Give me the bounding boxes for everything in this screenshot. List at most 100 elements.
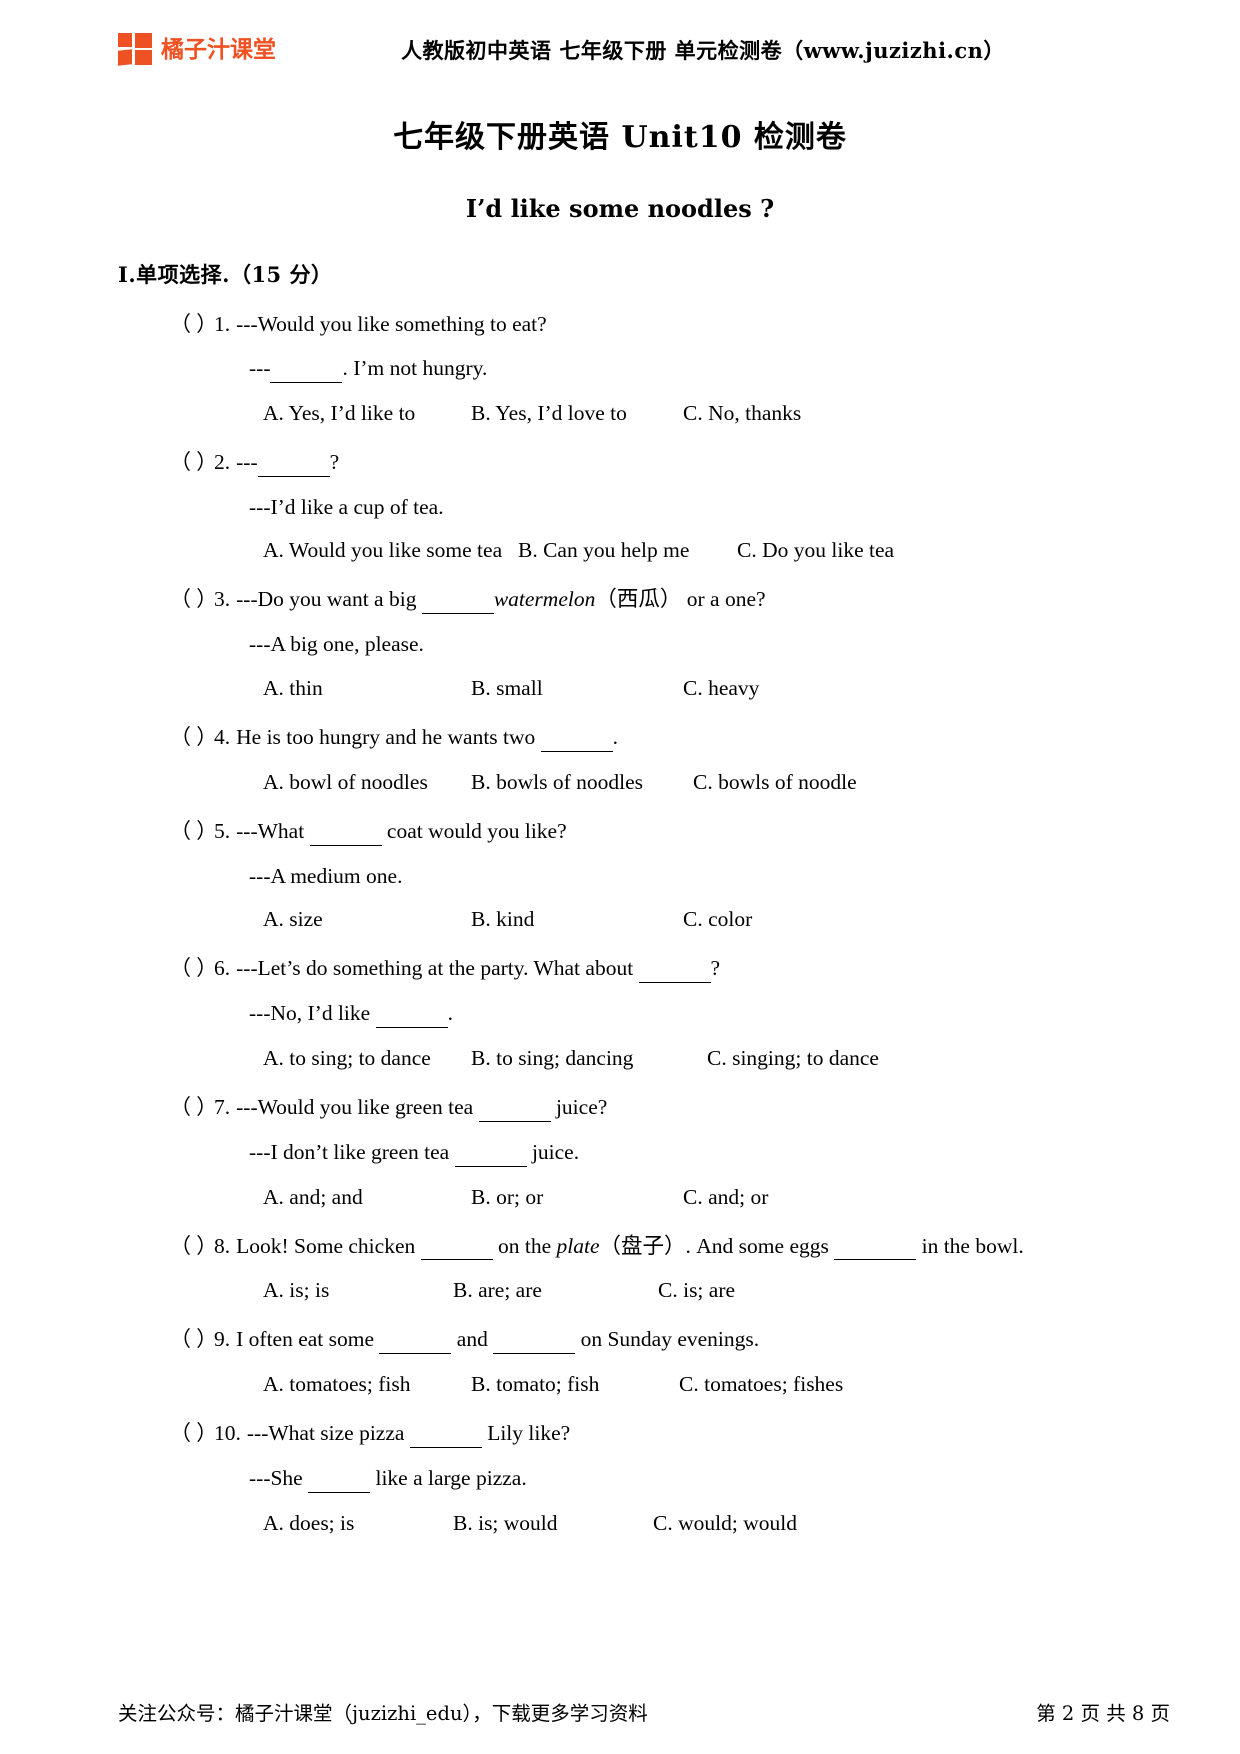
question-text: He is too hungry and he wants two . [236, 724, 1170, 752]
answer-bracket[interactable]: （ ） [170, 1233, 217, 1259]
answer-bracket[interactable]: （ ） [170, 955, 217, 981]
stem-mid: on the [492, 1233, 557, 1258]
answer-blank[interactable] [421, 586, 494, 615]
option-row: A. is; is B. are; are C. is; are [263, 1277, 1170, 1304]
answer-bracket[interactable]: （ ） [170, 1420, 217, 1446]
reply-pre: ---No, I’d like [249, 1001, 376, 1026]
question-number: 9. [214, 1327, 231, 1352]
option-choice[interactable]: C. is; are [658, 1277, 735, 1304]
question-text: ---What size pizza Lily like? [247, 1420, 1170, 1448]
reply-text: ---A big one, please. [249, 632, 424, 657]
answer-blank[interactable] [493, 1326, 576, 1355]
question-stem: （ ） 10. ---What size pizza Lily like? [170, 1420, 1170, 1448]
answer-blank[interactable] [308, 1465, 371, 1493]
answer-blank[interactable] [409, 1420, 482, 1448]
answer-blank[interactable] [270, 355, 343, 383]
stem-post: . [612, 724, 619, 749]
answer-bracket[interactable]: （ ） [170, 1094, 217, 1120]
option-choice[interactable]: C. color [683, 906, 752, 933]
stem-post: in the bowl. [916, 1233, 1024, 1258]
option-choice[interactable]: A. bowl of noodles [263, 769, 471, 796]
stem-pre: ---Would you like something to eat? [236, 312, 547, 336]
question-text: ---Would you like green tea juice? [236, 1094, 1170, 1122]
answer-blank[interactable] [379, 1326, 452, 1355]
option-choice[interactable]: A. does; is [263, 1510, 453, 1537]
answer-blank[interactable] [478, 1094, 551, 1122]
option-choice[interactable]: A. is; is [263, 1277, 453, 1304]
option-choice[interactable]: B. Can you help me [518, 537, 737, 564]
option-choice[interactable]: B. are; are [453, 1277, 658, 1304]
option-choice[interactable]: A. thin [263, 675, 471, 702]
option-choice[interactable]: A. Would you like some tea [263, 537, 518, 564]
stem-gloss: （盘子）. And some eggs [599, 1233, 835, 1258]
stem-post: ? [710, 956, 721, 981]
section-heading: I.单项选择.（15 分） [118, 262, 333, 287]
option-choice[interactable]: C. tomatoes; fishes [679, 1371, 843, 1398]
option-choice[interactable]: A. tomatoes; fish [263, 1371, 471, 1398]
answer-bracket[interactable]: （ ） [170, 311, 217, 337]
reply-pre: --- [249, 355, 271, 380]
option-row: A. tomatoes; fish B. tomato; fish C. tomat… [263, 1371, 1170, 1398]
option-choice[interactable]: C. singing; to dance [707, 1045, 879, 1072]
option-choice[interactable]: B. bowls of noodles [471, 769, 693, 796]
option-choice[interactable]: B. or; or [471, 1184, 683, 1211]
stem-post: Lily like? [481, 1421, 571, 1445]
answer-bracket[interactable]: （ ） [170, 449, 217, 475]
question-text: ---Let’s do something at the party. What… [236, 955, 1170, 984]
stem-pre: Look! Some chicken [236, 1233, 421, 1258]
reply-text: ---A medium one. [249, 863, 403, 888]
option-row: A. thin B. small C. heavy [263, 675, 1170, 702]
answer-blank[interactable] [420, 1233, 493, 1261]
stem-pre: ---Let’s do something at the party. What… [236, 956, 639, 981]
answer-bracket[interactable]: （ ） [170, 724, 217, 750]
stem-pre: --- [236, 449, 258, 474]
answer-blank[interactable] [834, 1233, 917, 1261]
option-choice[interactable]: A. size [263, 906, 471, 933]
option-choice[interactable]: C. would; would [653, 1510, 797, 1537]
option-choice[interactable]: C. bowls of noodle [693, 769, 857, 796]
option-choice[interactable]: A. to sing; to dance [263, 1045, 471, 1072]
option-choice[interactable]: C. heavy [683, 675, 759, 702]
option-choice[interactable]: B. Yes, I’d love to [471, 400, 683, 427]
answer-blank[interactable] [375, 1000, 448, 1028]
question-number: 2. [214, 449, 231, 474]
question-item: （ ） 6. ---Let’s do something at the party.… [118, 955, 1170, 1072]
question-stem: （ ） 1. ---Would you like something to eat? [170, 311, 1170, 338]
stem-gloss: （西瓜） or a [595, 587, 725, 612]
answer-bracket[interactable]: （ ） [170, 818, 217, 844]
question-stem: （ ） 5. ---What coat would you like? [170, 818, 1170, 846]
option-choice[interactable]: B. kind [471, 906, 683, 933]
page-number: 第 2 页 共 8 页 [1036, 1702, 1170, 1725]
answer-blank[interactable] [540, 724, 613, 752]
question-item: （ ） 9. I often eat some and on Sunday even… [118, 1326, 1170, 1398]
option-choice[interactable]: B. tomato; fish [471, 1371, 679, 1398]
answer-blank[interactable] [454, 1139, 527, 1167]
option-choice[interactable]: A. Yes, I’d like to [263, 400, 471, 427]
option-choice[interactable]: B. to sing; dancing [471, 1045, 707, 1072]
question-item: （ ） 4. He is too hungry and he wants two .… [118, 724, 1170, 796]
option-choice[interactable]: C. No, thanks [683, 400, 801, 427]
option-choice[interactable]: B. is; would [453, 1510, 653, 1537]
question-number: 6. [214, 956, 231, 981]
stem-pre: ---What size pizza [246, 1421, 410, 1445]
answer-blank[interactable] [638, 955, 711, 984]
reply-pre: ---I don’t like green tea [249, 1139, 455, 1164]
question-reply: --- . I’m not hungry. [249, 355, 1170, 383]
answer-blank[interactable] [257, 449, 330, 477]
option-row: A. Yes, I’d like to B. Yes, I’d love to C.… [263, 400, 1170, 427]
stem-post: one? [724, 587, 766, 612]
stem-post: juice? [550, 1094, 608, 1119]
page-header: 橘子汁课堂 人教版初中英语 七年级下册 单元检测卷（www.juzizhi.cn… [0, 0, 1240, 70]
page-title: 七年级下册英语 Unit10 检测卷 [393, 120, 847, 155]
option-choice[interactable]: B. small [471, 675, 683, 702]
question-text: Look! Some chicken on the plate（盘子）. And… [236, 1233, 1170, 1261]
question-text: ---What coat would you like? [236, 818, 1170, 846]
question-item: （ ） 5. ---What coat would you like? ---A me… [118, 818, 1170, 934]
option-choice[interactable]: C. Do you like tea [737, 537, 894, 564]
answer-bracket[interactable]: （ ） [170, 1326, 217, 1352]
answer-blank[interactable] [309, 818, 382, 846]
option-choice[interactable]: C. and; or [683, 1184, 768, 1211]
option-choice[interactable]: A. and; and [263, 1184, 471, 1211]
answer-bracket[interactable]: （ ） [170, 586, 217, 612]
exam-page: 橘子汁课堂 人教版初中英语 七年级下册 单元检测卷（www.juzizhi.cn… [0, 0, 1240, 1754]
